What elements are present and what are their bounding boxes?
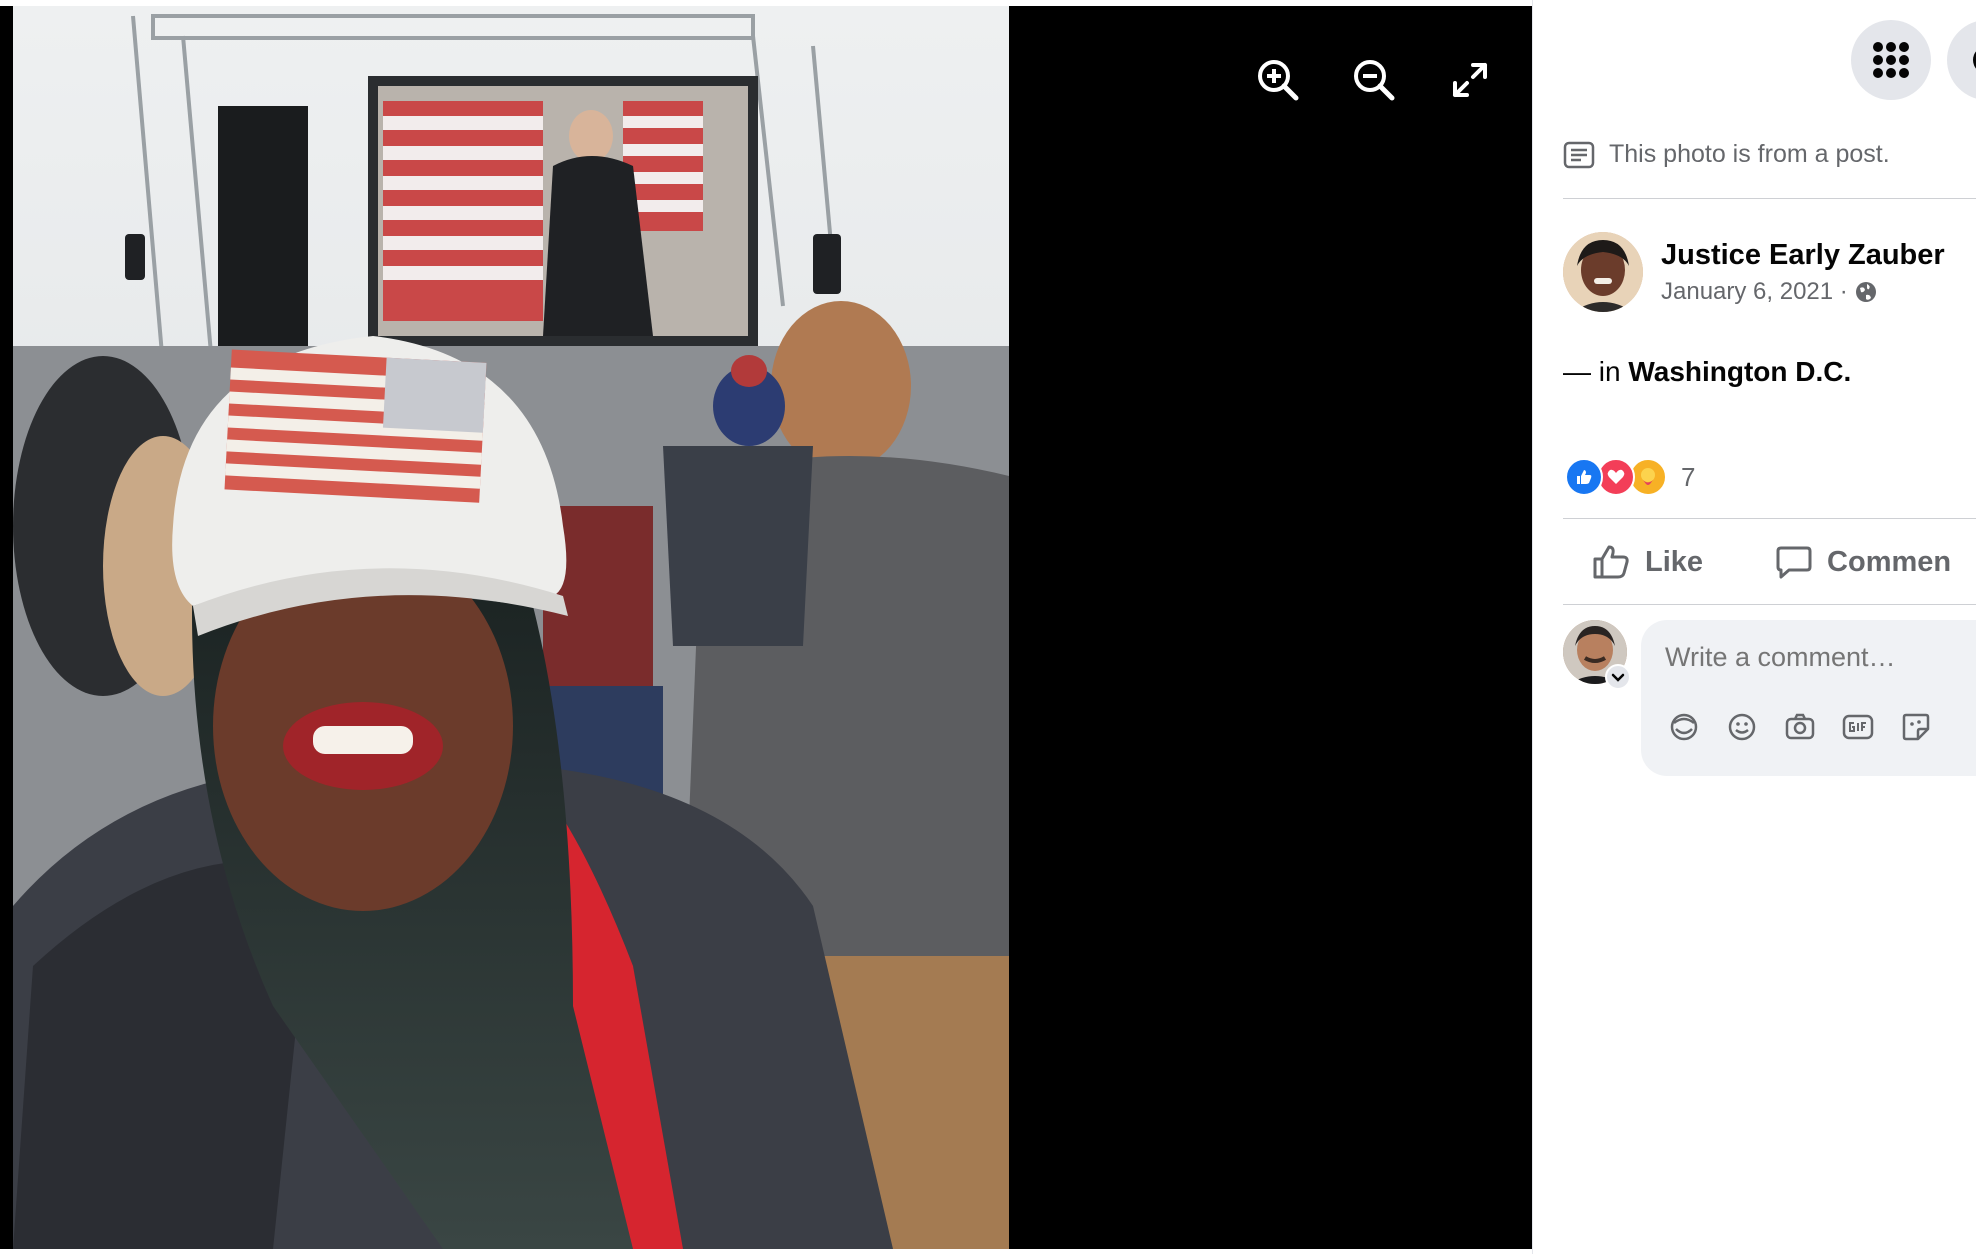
like-button[interactable]: Like: [1591, 542, 1703, 582]
reactions-summary[interactable]: 7: [1565, 458, 1695, 496]
photo-viewer: [0, 6, 1532, 1249]
comment-tools: [1667, 710, 1933, 744]
location-prefix: — in: [1563, 356, 1621, 387]
fullscreen-button[interactable]: [1442, 52, 1498, 108]
comment-label: Commen: [1827, 545, 1952, 578]
post-author: Justice Early Zauber January 6, 2021 ·: [1563, 232, 1945, 312]
camera-icon: [1785, 713, 1815, 740]
sticker-button[interactable]: [1899, 710, 1933, 744]
account-icon: [1973, 51, 1976, 69]
zoom-in-button[interactable]: [1250, 52, 1306, 108]
viewer-avatar[interactable]: [1563, 620, 1631, 690]
comment-input[interactable]: [1665, 642, 1976, 673]
divider: [1563, 604, 1976, 605]
post-icon: [1563, 141, 1595, 168]
post-photo[interactable]: [13, 6, 1009, 1249]
location-link[interactable]: Washington D.C.: [1628, 356, 1851, 387]
chevron-down-icon[interactable]: [1605, 664, 1631, 690]
source-note-text: This photo is from a post.: [1609, 140, 1890, 168]
location-line: — in Washington D.C.: [1563, 356, 1851, 388]
grid-menu-icon: [1873, 42, 1909, 78]
divider: [1563, 198, 1976, 199]
expand-icon: [1453, 63, 1487, 97]
zoom-out-button[interactable]: [1346, 52, 1402, 108]
camera-button[interactable]: [1783, 710, 1817, 744]
author-avatar[interactable]: [1563, 232, 1643, 312]
emoji-icon: [1728, 713, 1756, 741]
top-bar: [1851, 20, 1976, 100]
avatar-sticker-icon: [1670, 713, 1698, 741]
post-sidebar: This photo is from a post. Justice Early…: [1532, 0, 1976, 1254]
sticker-icon: [1902, 713, 1930, 741]
post-date[interactable]: January 6, 2021 ·: [1661, 278, 1848, 306]
post-actions: Like Commen: [1563, 520, 1976, 604]
account-button[interactable]: [1947, 20, 1976, 100]
divider: [1563, 518, 1976, 519]
gif-button[interactable]: [1841, 710, 1875, 744]
comment-button[interactable]: Commen: [1775, 543, 1951, 581]
menu-button[interactable]: [1851, 20, 1931, 100]
gif-icon: [1842, 714, 1874, 740]
like-reaction-icon: [1565, 458, 1603, 496]
zoom-out-icon: [1354, 60, 1395, 101]
reaction-count: 7: [1681, 461, 1696, 492]
author-name[interactable]: Justice Early Zauber: [1661, 239, 1945, 272]
comment-icon: [1776, 546, 1812, 579]
thumbs-up-icon: [1593, 545, 1629, 579]
emoji-button[interactable]: [1725, 710, 1759, 744]
comment-box: [1641, 620, 1976, 776]
post-source-note: This photo is from a post.: [1563, 140, 1890, 169]
zoom-in-icon: [1258, 60, 1299, 101]
avatar-sticker-button[interactable]: [1667, 710, 1701, 744]
photo-viewer-page: This photo is from a post. Justice Early…: [0, 0, 1976, 1254]
like-label: Like: [1645, 545, 1704, 578]
comment-composer: [1563, 620, 1976, 776]
globe-icon: [1855, 281, 1876, 302]
post-meta: January 6, 2021 ·: [1661, 278, 1945, 306]
